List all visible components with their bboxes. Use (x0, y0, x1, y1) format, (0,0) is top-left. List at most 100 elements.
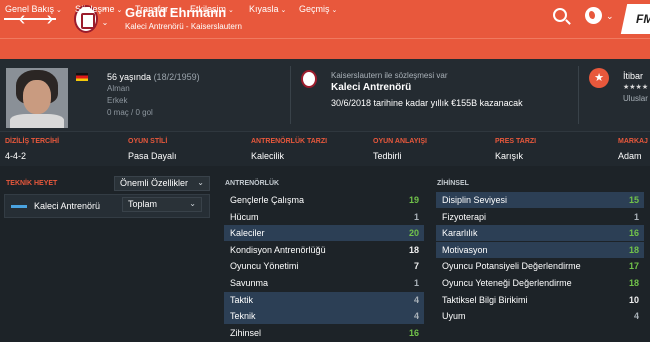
attribute-row[interactable]: Oyuncu Potansiyeli Değerlendirme 17 (436, 258, 644, 274)
attribute-row[interactable]: Oyuncu Yönetimi 7 (224, 258, 424, 274)
chevron-down-icon: ⌄ (189, 199, 196, 208)
tactic-label: ANTRENÖRLÜK TARZI (251, 138, 328, 145)
chevron-down-icon: ⌄ (56, 7, 62, 14)
tactics-strip (0, 131, 650, 166)
age: 56 yaşında (107, 72, 152, 82)
club-crest-icon[interactable] (301, 70, 317, 88)
tab-label: Transfer (135, 4, 169, 14)
attribute-row[interactable]: Gençlerle Çalışma 19 (224, 192, 424, 208)
coaching-heading: ANTRENÖRLÜK (225, 180, 280, 187)
attribute-name: Kaleciler (230, 228, 265, 239)
tactic-label: PRES TARZI (495, 138, 537, 145)
attribute-value: 4 (413, 294, 419, 305)
filter-select-value: Önemli Özellikler (120, 178, 189, 188)
attribute-row[interactable]: Hücum 1 (224, 209, 424, 225)
tab-label: Kıyasla (249, 4, 279, 14)
chevron-down-icon: ⌄ (331, 7, 338, 14)
search-icon[interactable] (553, 8, 567, 22)
attribute-row[interactable]: Taktiksel Bilgi Birikimi 10 (436, 292, 644, 308)
divider (578, 66, 579, 124)
tab-transfer[interactable]: Transfer ⌄ (135, 4, 176, 14)
tab-kiyasla[interactable]: Kıyasla ⌄ (249, 4, 286, 14)
attribute-name: Gençlerle Çalışma (230, 195, 305, 205)
attribute-value: 17 (628, 261, 639, 272)
nationality[interactable]: Alman (107, 84, 130, 93)
attribute-name: Kondisyon Antrenörlüğü (230, 244, 326, 255)
tab-etkilesim[interactable]: Etkileşim ⌄ (190, 4, 234, 14)
staff-color-marker (11, 205, 27, 208)
panel-heading: TEKNİK HEYET (6, 180, 58, 187)
attribute-value: 4 (633, 311, 639, 322)
chevron-down-icon: ⌄ (280, 7, 287, 14)
tactic-value: Karışık (495, 151, 524, 161)
attribute-row[interactable]: Disiplin Seviyesi 15 (436, 192, 644, 208)
attribute-name: Savunma (230, 278, 269, 288)
globe-icon[interactable] (585, 7, 602, 24)
attribute-row[interactable]: Kararlılık 16 (436, 225, 644, 242)
tab-bar (0, 38, 650, 59)
attribute-value: 18 (408, 244, 419, 255)
birth-date: (18/2/1959) (153, 72, 200, 82)
fm-logo[interactable]: FM (620, 4, 650, 34)
tactic-value: Adam (618, 151, 642, 161)
photo-shirt (10, 114, 64, 128)
tab-label: Sözleşme (75, 4, 115, 14)
reputation-stars: ★★★★ (623, 84, 649, 91)
tab-sozlesme[interactable]: Sözleşme ⌄ (75, 4, 122, 14)
tab-label: Genel Bakış (5, 4, 55, 14)
attribute-row[interactable]: Oyuncu Yeteneği Değerlendirme 18 (436, 275, 644, 291)
attribute-row[interactable]: Uyum 4 (436, 308, 644, 324)
view-select[interactable]: Toplam ⌄ (122, 197, 202, 212)
attribute-row[interactable]: Taktik 4 (224, 291, 424, 308)
attribute-value: 7 (413, 261, 419, 272)
staff-name: Kaleci Antrenörü (34, 201, 101, 211)
attribute-value: 20 (408, 228, 419, 239)
attribute-row[interactable]: Zihinsel 16 (224, 325, 424, 341)
active-tab-indicator (4, 18, 56, 20)
attribute-name: Teknik (230, 311, 256, 322)
attribute-row[interactable]: Kaleciler 20 (224, 225, 424, 242)
attribute-row[interactable]: Fizyoterapi 1 (436, 209, 644, 225)
attribute-value: 4 (413, 311, 419, 322)
attribute-row[interactable]: Motivasyon 18 (436, 241, 644, 258)
tactic-value: 4-4-2 (5, 151, 27, 161)
attribute-value: 16 (628, 228, 639, 239)
attribute-name: Uyum (442, 311, 466, 322)
tab-label: Geçmiş (299, 4, 330, 14)
attribute-value: 19 (408, 195, 419, 205)
staff-photo (6, 68, 68, 128)
attribute-name: Kararlılık (442, 228, 478, 239)
match-record: 0 maç / 0 gol (107, 108, 153, 117)
attribute-name: Oyuncu Yönetimi (230, 261, 299, 272)
attribute-name: Motivasyon (442, 244, 488, 255)
tactic-label: OYUN STİLİ (128, 138, 168, 145)
chevron-down-icon: ⌄ (116, 7, 123, 14)
chevron-down-icon[interactable]: ⌄ (100, 17, 110, 28)
age-info: 56 yaşında (18/2/1959) (107, 72, 200, 82)
mental-heading: ZİHİNSEL (437, 180, 469, 187)
chevron-down-icon[interactable]: ⌄ (606, 11, 614, 22)
tab-genel-bakis[interactable]: Genel Bakış ⌄ (5, 4, 62, 14)
attribute-name: Zihinsel (230, 327, 262, 338)
attribute-row[interactable]: Kondisyon Antrenörlüğü 18 (224, 242, 424, 258)
filter-select[interactable]: Önemli Özellikler ⌄ (114, 176, 210, 191)
attribute-row[interactable]: Savunma 1 (224, 275, 424, 291)
germany-flag-icon[interactable] (76, 73, 88, 81)
tab-gecmis[interactable]: Geçmiş ⌄ (299, 4, 337, 14)
reputation-scope: Uluslar (623, 94, 648, 103)
chevron-down-icon: ⌄ (170, 7, 177, 14)
attribute-row[interactable]: Teknik 4 (224, 308, 424, 325)
tactic-value: Tedbirli (373, 151, 402, 161)
tab-label: Etkileşim (190, 4, 227, 14)
attribute-name: Disiplin Seviyesi (442, 195, 508, 205)
contract-details: 30/6/2018 tarihine kadar yıllık €155B ka… (331, 98, 523, 108)
chevron-down-icon: ⌄ (228, 7, 234, 14)
attribute-value: 16 (408, 327, 419, 338)
page-subtitle[interactable]: Kaleci Antrenörü - Kaiserslautern (125, 22, 242, 31)
attribute-value: 1 (413, 278, 419, 288)
attribute-name: Hücum (230, 211, 259, 222)
tactic-label: OYUN ANLAYIŞI (373, 138, 427, 145)
contract-club: Kaiserslautern ile sözleşmesi var (331, 71, 448, 80)
tactic-label: DİZİLİŞ TERCİHİ (5, 138, 60, 145)
star-icon: ★ (589, 68, 609, 88)
